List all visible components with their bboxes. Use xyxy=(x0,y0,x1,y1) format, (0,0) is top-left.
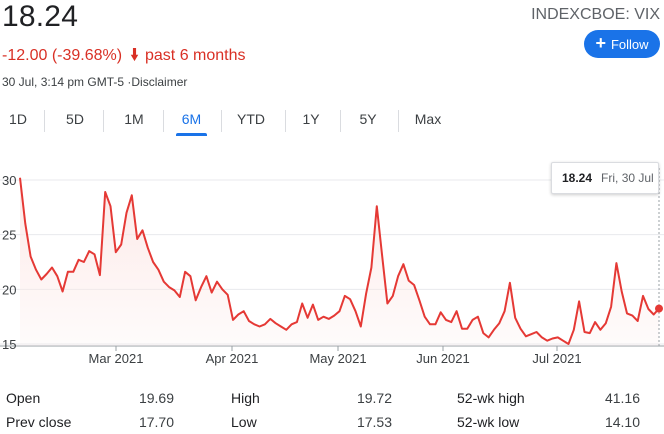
follow-button[interactable]: + Follow xyxy=(584,30,660,58)
stats-table: Open 19.69 Prev close 17.70 High 19.72 L… xyxy=(0,384,664,434)
stat-label-52wk-low: 52-wk low xyxy=(457,414,520,430)
change-value: -12.00 (-39.68%) xyxy=(2,47,123,64)
tab-5y[interactable]: 5Y xyxy=(356,104,380,134)
tab-1m[interactable]: 1M xyxy=(120,104,148,134)
arrow-down-icon: 🠛 xyxy=(130,47,139,64)
stat-label-low: Low xyxy=(231,414,257,430)
stat-label-open: Open xyxy=(6,390,41,406)
stat-value-52wk-high: 41.16 xyxy=(604,390,640,406)
stat-label-prev-close: Prev close xyxy=(6,414,72,430)
tooltip-date: Fri, 30 Jul xyxy=(601,171,654,185)
tab-ytd[interactable]: YTD xyxy=(233,104,269,134)
tab-1y[interactable]: 1Y xyxy=(299,104,323,134)
chart-area-fill xyxy=(20,177,659,346)
timestamp-disclaimer: 30 Jul, 3:14 pm GMT-5 ·Disclaimer xyxy=(2,75,188,89)
range-tabs: 1D 5D 1M 6M YTD 1Y 5Y Max xyxy=(0,104,664,136)
tooltip-value: 18.24 xyxy=(562,171,593,185)
follow-label: Follow xyxy=(610,36,649,52)
tab-5d[interactable]: 5D xyxy=(63,104,87,134)
y-tick-label: 30 xyxy=(2,173,16,188)
x-tick-label: Jul 2021 xyxy=(532,351,581,366)
tab-6m[interactable]: 6M xyxy=(176,104,207,136)
price-change: -12.00 (-39.68%) 🠛 past 6 months xyxy=(2,44,246,71)
stat-value-low: 17.53 xyxy=(356,414,392,430)
change-period: past 6 months xyxy=(145,47,246,64)
tab-1d[interactable]: 1D xyxy=(6,104,30,134)
ticker-symbol: INDEXCBOE: VIX xyxy=(531,6,660,23)
y-tick-label: 20 xyxy=(2,282,16,297)
plus-icon: + xyxy=(595,33,606,53)
chart-tooltip: 18.24 Fri, 30 Jul xyxy=(551,162,659,194)
tab-divider xyxy=(285,110,286,132)
x-tick-label: Jun 2021 xyxy=(416,351,470,366)
tab-divider xyxy=(44,110,45,132)
stat-value-high: 19.72 xyxy=(356,390,392,406)
y-tick-label: 25 xyxy=(2,228,16,243)
stat-value-open: 19.69 xyxy=(138,390,174,406)
tab-divider xyxy=(163,110,164,132)
chart-end-point xyxy=(655,304,663,313)
x-tick-label: Mar 2021 xyxy=(89,351,144,366)
tab-max[interactable]: Max xyxy=(413,104,443,134)
stat-value-52wk-low: 14.10 xyxy=(604,414,640,430)
stat-value-prev-close: 17.70 xyxy=(138,414,174,430)
stat-label-52wk-high: 52-wk high xyxy=(457,390,525,406)
x-tick-label: May 2021 xyxy=(309,351,366,366)
tab-divider xyxy=(103,110,104,132)
x-tick-label: Apr 2021 xyxy=(206,351,259,366)
tab-divider xyxy=(221,110,222,132)
current-price: 18.24 xyxy=(2,0,79,33)
tab-divider xyxy=(398,110,399,132)
stat-label-high: High xyxy=(231,390,260,406)
y-tick-label: 15 xyxy=(2,337,16,352)
tab-divider xyxy=(340,110,341,132)
